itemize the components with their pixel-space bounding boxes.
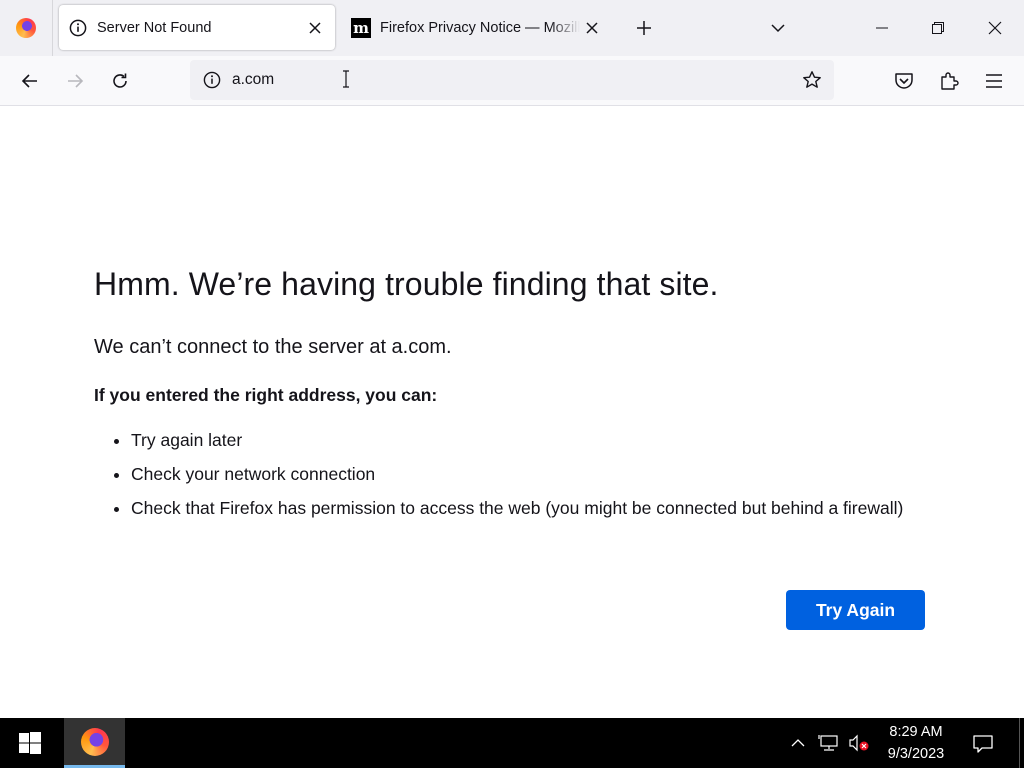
error-suggestions-heading: If you entered the right address, you ca… (94, 385, 438, 405)
tab-strip: Server Not Found m Firefox Privacy Notic… (0, 0, 1024, 56)
back-button[interactable] (14, 65, 46, 97)
firefox-view-button[interactable] (0, 0, 53, 56)
tab-title: Server Not Found (97, 19, 212, 36)
url-text[interactable]: a.com (232, 71, 274, 89)
forward-button[interactable] (59, 65, 91, 97)
windows-taskbar: 8:29 AM 9/3/2023 (0, 718, 1024, 768)
error-title: Hmm. We’re having trouble finding that s… (94, 266, 719, 302)
bookmark-star-button[interactable] (798, 66, 826, 94)
error-suggestions-list: Try again later Check your network conne… (94, 428, 941, 530)
hamburger-menu-icon (986, 74, 1002, 88)
show-desktop-button[interactable] (1019, 718, 1020, 768)
windows-logo-icon (19, 732, 41, 754)
plus-icon (637, 21, 651, 35)
extensions-button[interactable] (933, 65, 965, 97)
clock-time: 8:29 AM (889, 724, 943, 740)
error-description: We can’t connect to the server at a.com. (94, 336, 452, 358)
system-clock[interactable]: 8:29 AM 9/3/2023 (876, 721, 956, 765)
page-content: Hmm. We’re having trouble finding that s… (0, 106, 1024, 718)
chevron-up-icon (791, 739, 805, 747)
text-cursor-icon (342, 70, 350, 93)
pocket-button[interactable] (888, 65, 920, 97)
close-icon (988, 21, 1002, 35)
minimize-button[interactable] (859, 0, 905, 56)
chevron-down-icon (771, 24, 785, 33)
app-menu-button[interactable] (978, 65, 1010, 97)
show-hidden-icons-button[interactable] (788, 733, 808, 753)
close-tab-icon[interactable] (303, 16, 327, 40)
restore-button[interactable] (915, 0, 961, 56)
firefox-logo-icon (16, 18, 36, 38)
try-again-button[interactable]: Try Again (786, 590, 925, 630)
star-icon (803, 71, 821, 88)
action-center-button[interactable] (968, 729, 998, 759)
volume-muted-icon[interactable] (846, 732, 872, 754)
suggestion-item: Check your network connection (131, 462, 941, 487)
info-icon (67, 19, 89, 37)
network-icon[interactable] (816, 732, 842, 754)
close-tab-icon[interactable] (580, 16, 604, 40)
firefox-logo-icon (80, 727, 109, 756)
restore-icon (932, 22, 944, 34)
taskbar-firefox-button[interactable] (64, 718, 125, 768)
new-tab-button[interactable] (630, 14, 658, 42)
pocket-icon (895, 73, 913, 89)
list-all-tabs-button[interactable] (764, 14, 792, 42)
site-info-icon[interactable] (194, 71, 230, 89)
forward-arrow-icon (68, 74, 84, 88)
suggestion-item: Try again later (131, 428, 941, 453)
clock-date: 9/3/2023 (887, 746, 945, 762)
tab-firefox-privacy-notice[interactable]: m Firefox Privacy Notice — Mozilla (342, 5, 612, 50)
notification-icon (973, 735, 993, 753)
navigation-toolbar: a.com (0, 56, 1024, 106)
reload-button[interactable] (104, 65, 136, 97)
tab-title: Firefox Privacy Notice — Mozilla (380, 19, 580, 36)
minimize-icon (876, 27, 888, 29)
address-bar[interactable]: a.com (190, 60, 834, 100)
start-button[interactable] (8, 727, 52, 759)
suggestion-item: Check that Firefox has permission to acc… (131, 496, 941, 521)
close-window-button[interactable] (972, 0, 1018, 56)
puzzle-piece-icon (941, 72, 959, 90)
mozilla-m-icon: m (350, 17, 372, 38)
tab-server-not-found[interactable]: Server Not Found (59, 5, 335, 50)
reload-icon (113, 73, 127, 88)
back-arrow-icon (21, 74, 37, 88)
